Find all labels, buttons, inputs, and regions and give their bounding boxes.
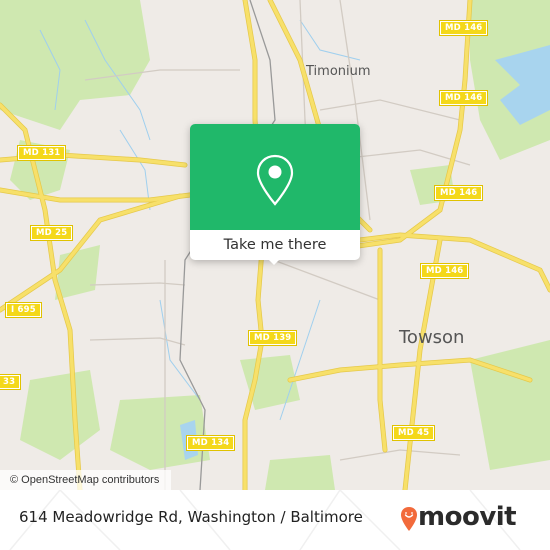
location-pin-icon (256, 154, 294, 206)
location-popup: Take me there (190, 124, 360, 265)
route-shield: MD 146 (419, 263, 470, 279)
place-label-towson: Towson (399, 327, 465, 348)
address-label: 614 Meadowridge Rd, Washington / Baltimo… (19, 508, 363, 526)
popup-tail (267, 258, 281, 265)
route-shield: MD 146 (433, 185, 484, 201)
route-shield: MD 25 (29, 225, 74, 241)
moovit-pin-icon (401, 507, 417, 531)
map-canvas[interactable]: Timonium Towson MD 146 MD 146 MD 146 MD … (0, 0, 550, 490)
moovit-wordmark: moovit (418, 502, 517, 532)
route-shield: MD 134 (185, 435, 236, 451)
popup-header (190, 124, 360, 230)
route-shield: MD 139 (247, 330, 298, 346)
route-shield: MD 146 (438, 90, 489, 106)
route-shield: MD 45 (391, 425, 436, 441)
route-shield: I 695 (5, 302, 42, 318)
route-shield: MD 131 (16, 145, 67, 161)
route-shield: 33 (0, 374, 22, 390)
place-label-timonium: Timonium (306, 64, 371, 79)
take-me-there-button[interactable]: Take me there (190, 230, 360, 260)
osm-attribution[interactable]: © OpenStreetMap contributors (0, 470, 172, 490)
route-shield: MD 146 (438, 20, 489, 36)
